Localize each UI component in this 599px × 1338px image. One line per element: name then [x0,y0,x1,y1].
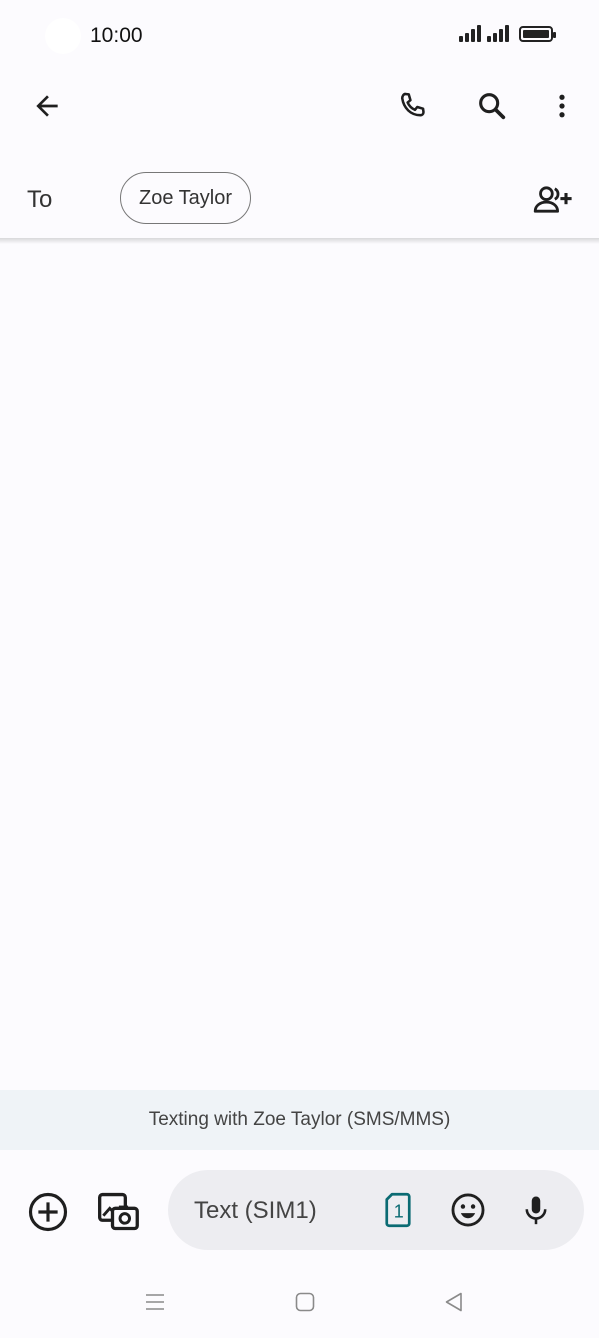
more-options-button[interactable] [538,82,586,130]
back-button[interactable] [23,82,71,130]
search-icon [479,93,506,120]
recipient-chip[interactable]: Zoe Taylor [120,172,252,224]
system-nav-bar [0,1270,599,1338]
person-add-icon [533,186,572,213]
triangle-back-icon [445,1292,462,1312]
back-nav-button[interactable] [430,1278,478,1326]
call-button[interactable] [389,82,437,130]
menu-lines-icon [146,1294,164,1310]
sim-number: 1 [394,1202,404,1222]
texting-with-banner: Texting with Zoe Taylor (SMS/MMS) [0,1090,599,1150]
message-text-field[interactable]: 1 [168,1170,584,1250]
compose-bar: 1 [0,1150,599,1270]
search-button[interactable] [468,82,516,130]
message-input[interactable] [192,1190,376,1232]
emoji-icon [451,1193,485,1227]
sim-card-icon: 1 [385,1192,411,1228]
app-bar [0,70,599,150]
microphone-icon [525,1196,547,1225]
conversation-area [0,244,599,1090]
more-vert-icon [559,94,565,118]
add-circle-icon [28,1192,68,1232]
back-arrow-icon [36,95,58,117]
gallery-camera-icon [98,1192,139,1231]
sim-selector-button[interactable]: 1 [374,1186,422,1234]
battery-icon [519,26,556,42]
add-attachment-button[interactable] [24,1188,72,1236]
recents-button[interactable] [131,1278,179,1326]
emoji-button[interactable] [444,1186,492,1234]
recipient-row: To Zoe Taylor [0,160,599,240]
camera-cutout [45,18,81,54]
recipient-name: Zoe Taylor [139,186,233,209]
to-label: To [27,186,53,213]
phone-icon [400,92,425,117]
voice-input-button[interactable] [512,1186,560,1234]
signal-icon-2 [487,24,509,42]
add-recipient-button[interactable] [528,176,576,224]
banner-text: Texting with Zoe Taylor (SMS/MMS) [148,1109,451,1130]
status-time: 10:00 [90,24,143,47]
gallery-camera-button[interactable] [94,1188,142,1236]
square-icon [295,1292,315,1312]
status-icons [459,24,556,42]
home-button[interactable] [281,1278,329,1326]
status-bar: 10:00 [0,0,599,70]
signal-icon [459,24,481,42]
